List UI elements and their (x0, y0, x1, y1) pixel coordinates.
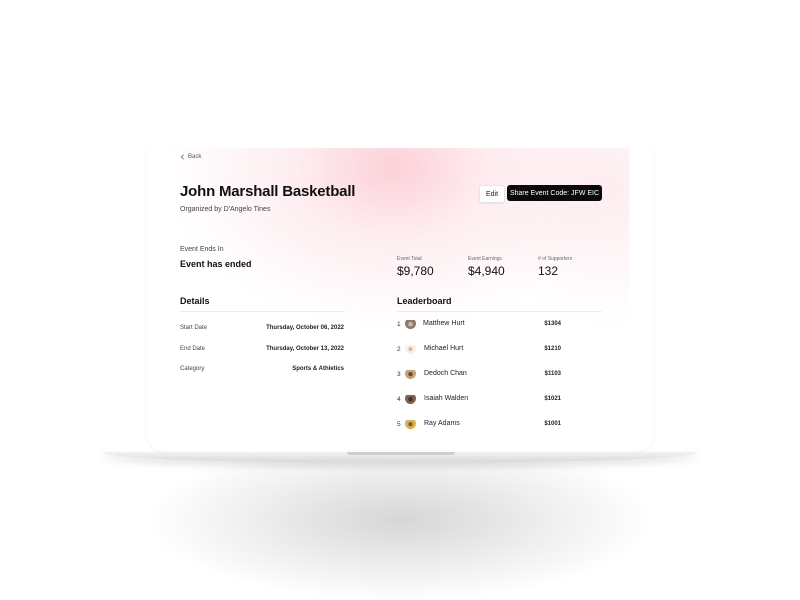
leaderboard-name: Matthew Hurt (423, 320, 465, 327)
details-divider (180, 311, 345, 312)
stat-label-event-total: Event Total (397, 256, 422, 262)
detail-value-end-date: Thursday, October 13, 2022 (266, 346, 344, 352)
back-link[interactable]: Back (180, 154, 201, 160)
leaderboard-amount: $1001 (544, 421, 561, 427)
avatar (405, 393, 416, 404)
organizer-text: Organized by D'Angelo Tines (180, 206, 271, 213)
stat-value-supporters: 132 (538, 264, 559, 278)
details-heading: Details (180, 296, 210, 306)
avatar (405, 368, 416, 379)
leaderboard-amount: $1304 (544, 321, 561, 327)
leaderboard-rank: 4 (397, 396, 401, 403)
stat-value-event-earnings: $4,940 (468, 264, 505, 278)
leaderboard-name: Michael Hurt (424, 345, 464, 352)
laptop-screen: Back John Marshall Basketball Organized … (173, 148, 629, 450)
leaderboard-amount: $1021 (544, 396, 561, 402)
stat-label-supporters: # of Supporters (538, 256, 573, 262)
avatar (405, 418, 416, 429)
leaderboard-name: Dedoch Chan (424, 370, 467, 377)
detail-label-start-date: Start Date (180, 325, 208, 331)
leaderboard-divider (397, 311, 602, 312)
stat-value-event-total: $9,780 (397, 264, 434, 278)
avatar (405, 343, 416, 354)
detail-value-category: Sports & Athletics (292, 366, 344, 372)
chevron-left-icon (180, 154, 184, 160)
edit-button[interactable]: Edit (479, 185, 505, 203)
event-ends-label: Event Ends In (180, 246, 224, 253)
leaderboard-name: Ray Adams (424, 420, 460, 427)
stat-label-event-earnings: Event Earnings (468, 256, 502, 262)
leaderboard-rank: 3 (397, 371, 401, 378)
leaderboard-rank: 2 (397, 346, 401, 353)
back-label: Back (188, 154, 202, 160)
leaderboard-name: Isaiah Walden (424, 395, 469, 402)
leaderboard-rank: 5 (397, 421, 401, 428)
detail-label-end-date: End Date (180, 346, 206, 352)
leaderboard-amount: $1103 (544, 371, 561, 377)
avatar (405, 318, 416, 329)
laptop-notch (347, 452, 455, 455)
laptop-shadow (150, 440, 650, 600)
page-title: John Marshall Basketball (180, 183, 356, 200)
event-ends-value: Event has ended (180, 259, 252, 269)
detail-label-category: Category (180, 366, 205, 372)
share-event-code-button[interactable]: Share Event Code: JFW EIC (507, 185, 602, 201)
leaderboard-amount: $1210 (544, 346, 561, 352)
detail-value-start-date: Thursday, October 06, 2022 (266, 325, 344, 331)
leaderboard-rank: 1 (397, 321, 401, 328)
leaderboard-heading: Leaderboard (397, 296, 452, 306)
